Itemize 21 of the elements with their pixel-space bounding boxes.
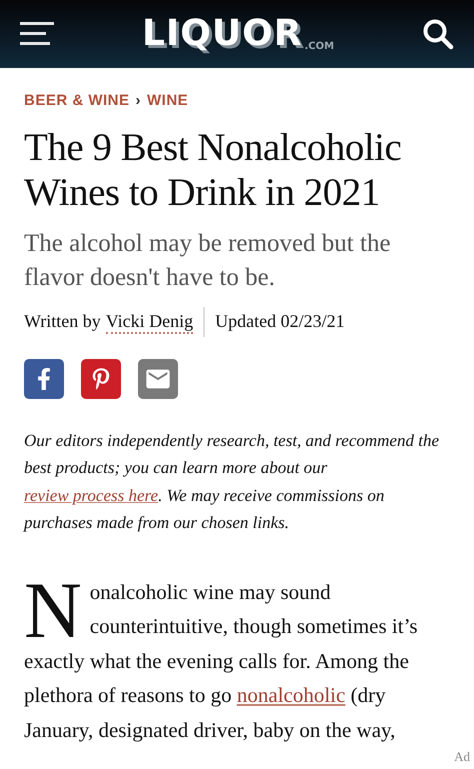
- breadcrumb-link[interactable]: BEER & WINE: [24, 90, 130, 112]
- updated-date: Updated 02/23/21: [215, 310, 345, 333]
- breadcrumb-link[interactable]: WINE: [147, 90, 188, 112]
- ad-label: Ad: [454, 748, 470, 766]
- nonalcoholic-link[interactable]: nonalcoholic: [236, 683, 346, 707]
- logo[interactable]: LIQUOR: [142, 16, 302, 52]
- author-link[interactable]: Vicki Denig: [106, 310, 194, 334]
- article-subtitle: The alcohol may be removed but the flavor doesn't have to be.: [24, 228, 392, 292]
- search-icon[interactable]: [422, 18, 454, 50]
- pinterest-icon: [90, 368, 112, 390]
- byline-label: Written by: [24, 310, 101, 333]
- logo-suffix: .COM: [304, 42, 334, 52]
- menu-icon[interactable]: [20, 22, 54, 46]
- share-button[interactable]: [81, 358, 121, 398]
- breadcrumb-separator: ›: [136, 91, 142, 111]
- review-process-link[interactable]: review process here: [24, 486, 158, 504]
- article-title: The 9 Best Nonalcoholic Wines to Drink in 2021: [24, 124, 402, 214]
- editorial-disclaimer: Our editors independently research, test, and recommend the best products; you can learn more about our review process here. We may receive commissions on purchases made from our chosen links.: [24, 430, 440, 534]
- share-button[interactable]: [24, 358, 64, 398]
- share-button[interactable]: [138, 358, 178, 398]
- drop-cap: N: [24, 578, 82, 642]
